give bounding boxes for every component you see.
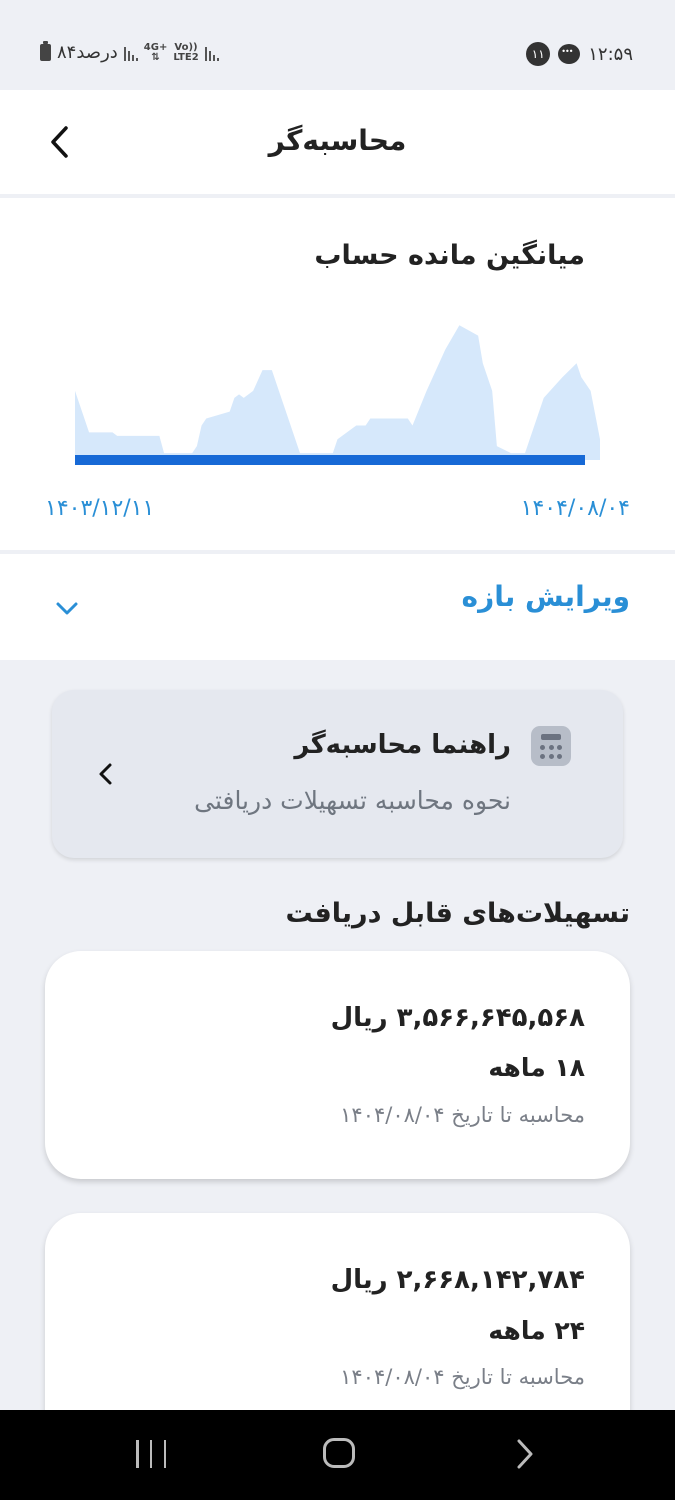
clock: ۱۲:۵۹ [588,43,633,65]
chat-icon [558,44,581,64]
facility-amount: ۳,۵۶۶,۶۴۵,۵۶۸ ریال [330,1003,585,1033]
chart-area [75,325,600,460]
chevron-down-icon[interactable] [55,596,79,620]
recents-icon[interactable] [136,1440,166,1468]
status-bar: ۸۴درصد 4G+⇅ Vo))LTE2 ۱۱ ۱۲:۵۹ [0,0,675,90]
app-bar: محاسبه‌گر [0,90,675,194]
facilities-section-title: تسهیلات‌های قابل دریافت [285,898,631,929]
calculator-guide-card[interactable]: راهنما محاسبه‌گر نحوه محاسبه تسهیلات دری… [52,690,623,858]
facility-term: ۱۸ ماهه [488,1053,585,1082]
edit-range-row[interactable]: ویرایش بازه [0,554,675,660]
guide-subtitle: نحوه محاسبه تسهیلات دریافتی [194,786,511,815]
battery-level: ۸۴درصد [57,42,118,63]
page-title: محاسبه‌گر [268,124,407,157]
guide-title: راهنما محاسبه‌گر [294,730,511,760]
chart-start-date: ۱۴۰۳/۱۲/۱۱ [45,496,155,521]
edit-range-label: ویرایش بازه [461,580,630,613]
facility-date-note: محاسبه تا تاریخ ۱۴۰۴/۰۸/۰۴ [340,1365,585,1389]
battery-icon [40,41,51,61]
calculator-icon [531,726,571,766]
facility-amount: ۲,۶۶۸,۱۴۲,۷۸۴ ریال [330,1265,585,1295]
signal-icon-2 [204,45,219,61]
home-icon[interactable] [323,1438,355,1468]
system-nav-bar [0,1410,675,1500]
network-4g-badge: 4G+ ⇅ [143,41,168,63]
signal-icon [123,45,138,61]
chevron-left-icon[interactable] [96,762,116,786]
status-right: ۱۱ ۱۲:۵۹ [526,42,633,66]
status-left: ۸۴درصد 4G+ ⇅ Vo)) LTE2 [40,41,219,63]
balance-chart-card: میانگین مانده حساب ۱۴۰۳/۱۲/۱۱ ۱۴۰۴/۰۸/۰۴ [0,198,675,550]
facility-term: ۲۴ ماهه [488,1316,585,1345]
chart-baseline [75,455,585,465]
notification-badge: ۱۱ [526,42,551,66]
volte-badge: Vo)) LTE2 [173,41,199,63]
back-icon[interactable] [514,1438,536,1470]
facility-card[interactable]: ۳,۵۶۶,۶۴۵,۵۶۸ ریال ۱۸ ماهه محاسبه تا تار… [45,951,630,1179]
chart-end-date: ۱۴۰۴/۰۸/۰۴ [520,496,630,521]
facility-date-note: محاسبه تا تاریخ ۱۴۰۴/۰۸/۰۴ [340,1103,585,1127]
